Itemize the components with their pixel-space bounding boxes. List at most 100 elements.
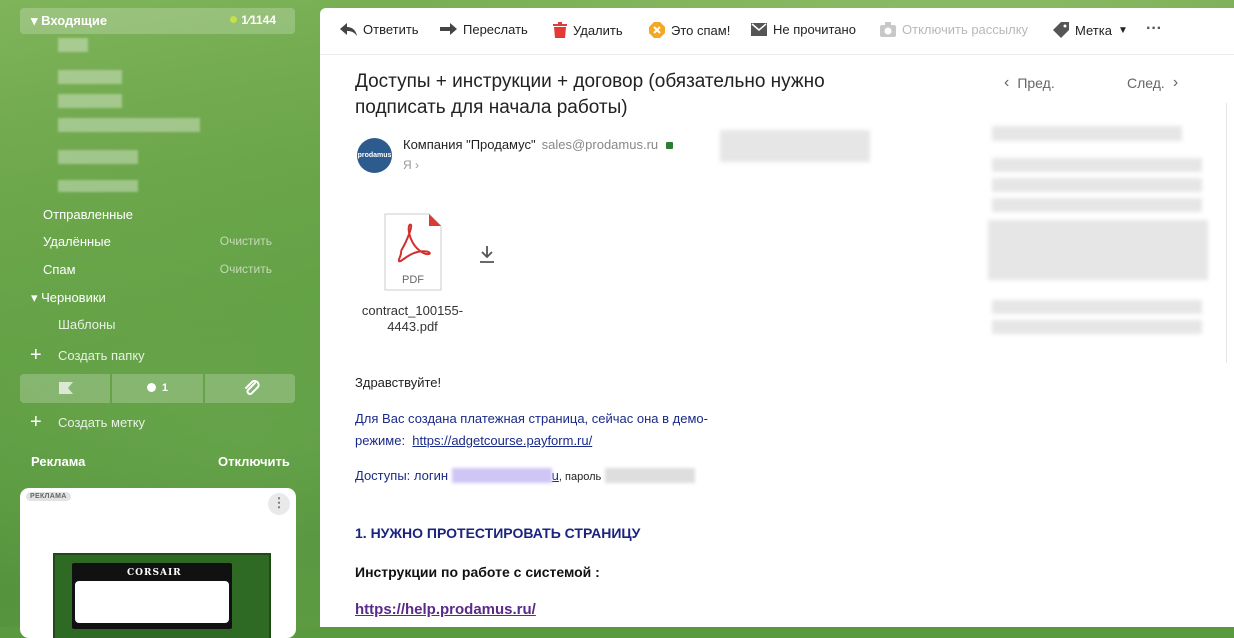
blurred-side-block bbox=[988, 220, 1208, 280]
create-folder-button[interactable]: Создать папку bbox=[58, 348, 145, 363]
folder-deleted[interactable]: Удалённые bbox=[43, 234, 111, 249]
blurred-subfolder bbox=[58, 38, 88, 52]
password-label: , пароль bbox=[558, 471, 602, 483]
envelope-icon bbox=[751, 23, 767, 36]
side-divider bbox=[1226, 103, 1227, 363]
plus-icon: + bbox=[30, 344, 42, 366]
blurred-side-item bbox=[992, 178, 1202, 192]
chevron-left-icon: ‹ bbox=[1004, 74, 1010, 91]
label-dropdown[interactable]: Метка ▼ bbox=[1053, 22, 1128, 38]
blurred-subfolder bbox=[58, 150, 138, 164]
filter-flagged[interactable] bbox=[20, 374, 111, 403]
reply-button[interactable]: Ответить bbox=[340, 22, 419, 37]
mark-unread-button[interactable]: Не прочитано bbox=[751, 22, 856, 37]
unsubscribe-button[interactable]: Отключить рассылку bbox=[880, 22, 1028, 37]
download-icon[interactable] bbox=[480, 246, 494, 263]
delete-label: Удалить bbox=[573, 22, 623, 38]
blurred-side-item bbox=[992, 126, 1182, 141]
plus-icon: + bbox=[30, 411, 42, 433]
message-subject: Доступы + инструкции + договор (обязател… bbox=[355, 71, 825, 118]
blurred-subfolder bbox=[58, 118, 200, 132]
spam-button[interactable]: Это спам! bbox=[649, 22, 730, 38]
login-link[interactable]: u bbox=[552, 468, 559, 483]
blurred-recipient bbox=[720, 130, 870, 162]
lock-icon bbox=[665, 142, 673, 149]
unread-dot-icon bbox=[146, 383, 156, 392]
heading-instructions: Инструкции по работе с системой : bbox=[355, 564, 600, 580]
spam-label: Это спам! bbox=[671, 22, 731, 38]
unsubscribe-icon bbox=[880, 22, 896, 37]
blurred-side-item bbox=[992, 198, 1202, 212]
ad-brand: CORSAIR bbox=[127, 568, 182, 578]
ad-image-ram: CORSAIR bbox=[53, 553, 271, 638]
ram-sticker bbox=[75, 581, 229, 623]
forward-icon bbox=[440, 22, 457, 35]
unread-dot-icon bbox=[230, 16, 238, 23]
chevron-right-icon: › bbox=[1172, 74, 1179, 91]
paperclip-icon bbox=[244, 379, 260, 395]
more-button[interactable]: ··· bbox=[1146, 20, 1162, 38]
help-link[interactable]: https://help.prodamus.ru/ bbox=[355, 601, 536, 618]
prev-label: Пред. bbox=[1017, 75, 1055, 91]
heading-test-page: 1. НУЖНО ПРОТЕСТИРОВАТЬ СТРАНИЦУ bbox=[355, 525, 641, 541]
label-label: Метка bbox=[1075, 22, 1112, 38]
access-line: Доступы: логин u, пароль bbox=[355, 468, 695, 483]
greeting: Здравствуйте! bbox=[355, 375, 442, 390]
inbox-unread-count: 1⁄1144 bbox=[230, 13, 276, 27]
toolbar: Ответить Переслать Удалить Это спам! Не … bbox=[320, 8, 1234, 55]
blurred-login bbox=[451, 468, 552, 483]
attachment-filename[interactable]: contract_100155-4443.pdf bbox=[360, 303, 465, 335]
clean-deleted-button[interactable]: Очистить bbox=[220, 234, 272, 248]
folder-sent[interactable]: Отправленные bbox=[43, 207, 133, 222]
filter-attachments[interactable] bbox=[204, 374, 295, 403]
sidebar: ▾ Входящие 1⁄1144 Отправленные Удалённые… bbox=[0, 0, 320, 638]
ad-title: Реклама bbox=[31, 454, 86, 469]
body-line2: режиме: https://adgetcourse.payform.ru/ bbox=[355, 433, 593, 448]
folder-drafts[interactable]: ▾ Черновики bbox=[31, 290, 106, 306]
blurred-subfolder bbox=[58, 70, 122, 84]
trash-icon bbox=[553, 22, 567, 38]
filter-unread[interactable]: 1 bbox=[112, 374, 203, 403]
payform-link[interactable]: https://adgetcourse.payform.ru/ bbox=[412, 433, 592, 448]
ad-card[interactable]: РЕКЛАМА ⋮ CORSAIR bbox=[20, 488, 296, 638]
next-label: След. bbox=[1127, 75, 1165, 91]
reply-icon bbox=[340, 22, 357, 36]
sender-name: Компания "Продамус" bbox=[403, 137, 536, 152]
chevron-right-icon: › bbox=[415, 158, 420, 172]
prev-message-button[interactable]: ‹ Пред. bbox=[1004, 74, 1055, 92]
spam-icon bbox=[649, 22, 665, 38]
avatar[interactable]: prodamus bbox=[357, 138, 392, 173]
more-vertical-icon[interactable]: ⋮ bbox=[268, 493, 290, 515]
forward-button[interactable]: Переслать bbox=[440, 22, 528, 37]
blurred-password bbox=[604, 468, 695, 483]
sender-email: sales@prodamus.ru bbox=[541, 137, 659, 152]
flag-icon bbox=[59, 382, 73, 394]
tag-icon bbox=[1053, 22, 1069, 38]
delete-button[interactable]: Удалить bbox=[553, 22, 623, 38]
access-prefix: Доступы: логин bbox=[355, 468, 449, 483]
unsubscribe-label: Отключить рассылку bbox=[902, 22, 1029, 37]
reply-label: Ответить bbox=[363, 22, 419, 37]
attachment-type: PDF bbox=[402, 274, 424, 286]
blurred-subfolder bbox=[58, 94, 122, 108]
clean-spam-button[interactable]: Очистить bbox=[220, 262, 272, 276]
folder-spam[interactable]: Спам bbox=[43, 262, 76, 277]
filter-bar: 1 bbox=[20, 374, 295, 403]
folder-inbox[interactable]: ▾ Входящие 1⁄1144 bbox=[20, 8, 295, 34]
recipient[interactable]: Я › bbox=[403, 158, 419, 172]
blurred-subfolder bbox=[58, 180, 138, 192]
ram-label: CORSAIR bbox=[72, 563, 232, 629]
unread-label: Не прочитано bbox=[773, 22, 856, 37]
create-label-button[interactable]: Создать метку bbox=[58, 415, 145, 430]
sender[interactable]: Компания "Продамус" sales@prodamus.ru bbox=[403, 137, 673, 152]
folder-templates[interactable]: Шаблоны bbox=[58, 317, 116, 332]
body-line1: Для Вас создана платежная страница, сейч… bbox=[355, 411, 708, 426]
message-pane: Ответить Переслать Удалить Это спам! Не … bbox=[320, 8, 1234, 627]
forward-label: Переслать bbox=[463, 22, 528, 37]
next-message-button[interactable]: След. › bbox=[1127, 74, 1178, 92]
folder-inbox-label: ▾ Входящие bbox=[31, 13, 108, 28]
ad-disable-button[interactable]: Отключить bbox=[218, 454, 290, 469]
pdf-file-icon[interactable]: PDF bbox=[384, 213, 442, 291]
caret-down-icon: ▼ bbox=[1117, 24, 1128, 36]
blurred-side-item bbox=[992, 320, 1202, 334]
